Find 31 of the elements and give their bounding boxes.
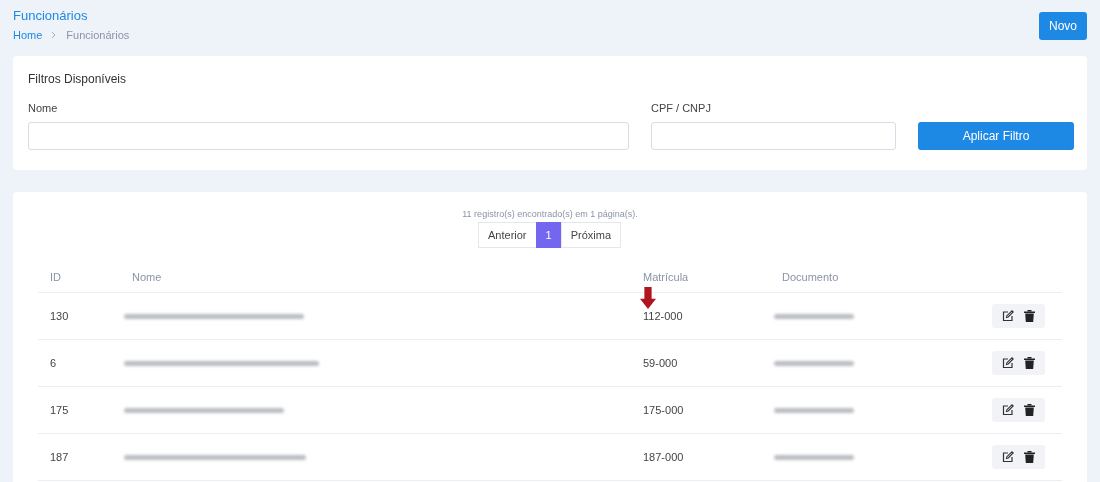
field-label: Nome [28,102,59,114]
card-title: Filtros Disponíveis [28,72,128,86]
pagination-button[interactable]: Próxima [560,222,621,248]
table-cell-text: 187 [50,451,70,463]
page-title: Funcionários [13,8,89,23]
table-cell-text: 130 [50,310,70,322]
column-header: Matrícula [643,271,690,283]
trash-icon[interactable] [1021,451,1038,463]
table-cell-text: 59-000 [643,357,679,369]
input-field[interactable] [651,122,896,150]
results-summary: 11 registro(s) encontrado(s) em 1 página(s). [461,209,639,219]
table-cell-text: 175-000 [643,404,685,416]
table-cell-text: 112-000 [643,310,684,322]
field-label: CPF / CNPJ [651,102,712,114]
breadcrumb-item: Funcionários [66,29,130,41]
column-header: Nome [132,271,163,283]
new-button[interactable]: Novo [1039,12,1087,40]
trash-icon[interactable] [1021,310,1038,322]
arrow-icon [640,287,656,309]
input-field[interactable] [28,122,629,150]
table-cell-text: 6 [50,357,58,369]
table-cell-text: 187-000 [643,451,685,463]
column-header: ID [50,271,62,283]
pagination-button[interactable]: 1 [535,222,562,248]
apply-filter-button[interactable]: Aplicar Filtro [918,122,1074,150]
table-cell-text: 175 [50,404,70,416]
column-header: Documento [782,271,840,283]
trash-icon[interactable] [1021,357,1038,369]
breadcrumb-link[interactable]: Home [13,29,43,41]
trash-icon[interactable] [1021,404,1038,416]
pagination-button[interactable]: Anterior [478,222,537,248]
